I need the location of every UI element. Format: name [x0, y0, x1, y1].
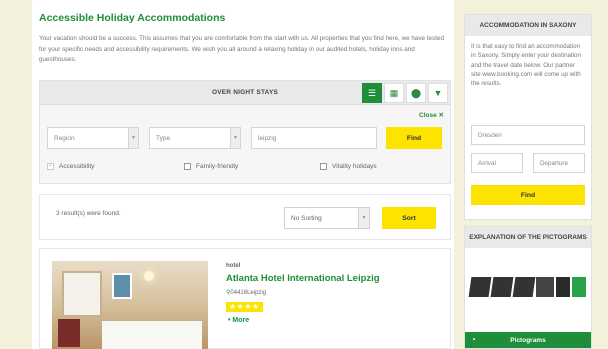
chevron-down-icon: ▾: [358, 208, 369, 228]
hotel-location-text: 04416Leipzig: [230, 290, 267, 296]
checkbox-box: [184, 163, 191, 170]
list-view-button[interactable]: ☰: [362, 83, 382, 103]
checkbox-label: Family-friendly: [196, 163, 239, 170]
checkbox-label: Vitality holidays: [332, 163, 377, 170]
search-bar-header: OVER NIGHT STAYS ☰ ▦ ⬤ ▼: [40, 81, 450, 105]
accessible-icon: [556, 277, 570, 297]
city-input[interactable]: leipzig: [251, 127, 377, 149]
search-panel: OVER NIGHT STAYS ☰ ▦ ⬤ ▼ Close ✕ Region …: [39, 80, 451, 184]
type-select-value: Type: [156, 135, 171, 142]
accessibility-checkbox[interactable]: Accessibility: [47, 161, 95, 170]
star-rating: ★★★★: [226, 302, 263, 312]
departure-input[interactable]: Departure: [533, 153, 585, 173]
arrival-input[interactable]: Arrival: [471, 153, 523, 173]
close-label: Close: [419, 112, 437, 119]
region-select-value: Region: [54, 135, 75, 142]
pictograms-button[interactable]: • Pictograms: [465, 332, 591, 348]
sort-button[interactable]: Sort: [382, 207, 436, 229]
close-filter-link[interactable]: Close ✕: [419, 111, 444, 119]
hotel-name-link[interactable]: Atlanta Hotel International Leipzig: [226, 273, 380, 284]
photo-window: [62, 271, 102, 317]
family-friendly-checkbox[interactable]: Family-friendly: [184, 163, 238, 170]
wheelchair-icon: [468, 277, 492, 297]
photo-chair: [58, 319, 80, 347]
page-title: Accessible Holiday Accommodations: [39, 12, 226, 24]
photo-artwork: [112, 273, 132, 299]
map-pin-icon: ⬤: [410, 87, 422, 98]
grid-view-button[interactable]: ▦: [384, 83, 404, 103]
results-count: 3 result(s) were found.: [56, 210, 121, 217]
hotel-location: ⚲04416Leipzig: [226, 289, 266, 296]
pictograms-strip: [468, 277, 586, 299]
filter-icon: ▼: [433, 88, 443, 98]
deaf-icon: [512, 277, 536, 297]
intro-text: Your vacation should be a success. This …: [39, 35, 444, 63]
accommodation-widget: ACCOMMODATION IN SAXONY It is that easy …: [464, 14, 592, 220]
results-toolbar: 3 result(s) were found. No Sorting ▾ Sor…: [39, 194, 451, 240]
more-link[interactable]: • More: [228, 317, 249, 324]
hotel-type: hotel: [226, 263, 241, 269]
main-content: Accessible Holiday Accommodations Your v…: [32, 0, 454, 349]
find-button[interactable]: Find: [386, 127, 442, 149]
filter-button[interactable]: ▼: [428, 83, 448, 103]
blind-icon: [536, 277, 554, 297]
vitality-holidays-checkbox[interactable]: Vitality holidays: [320, 163, 377, 170]
list-item: hotel Atlanta Hotel International Leipzi…: [39, 248, 451, 349]
accommodation-widget-text: It is that easy to find an accommodation…: [471, 43, 581, 88]
checkbox-box: [320, 163, 327, 170]
photo-lamp: [144, 271, 154, 281]
chevron-down-icon: ▾: [128, 128, 138, 148]
grid-icon: ▦: [389, 87, 399, 98]
list-icon: ☰: [367, 87, 377, 98]
checkbox-label: Accessibility: [59, 163, 95, 170]
chevron-down-icon: ▾: [230, 128, 240, 148]
pictograms-widget: EXPLANATION OF THE PICTOGRAMS • Pictogra…: [464, 226, 592, 349]
certified-icon: [572, 277, 586, 297]
hotel-photo[interactable]: [52, 261, 208, 349]
checkbox-box: [47, 161, 54, 170]
map-view-button[interactable]: ⬤: [406, 83, 426, 103]
close-icon: ✕: [438, 112, 444, 119]
walking-icon: [490, 277, 514, 297]
photo-bed: [102, 321, 202, 349]
type-select[interactable]: Type ▾: [149, 127, 241, 149]
destination-input[interactable]: Dresden: [471, 125, 585, 145]
booking-find-button[interactable]: Find: [471, 185, 585, 205]
bullet-icon: •: [473, 337, 476, 343]
sort-select[interactable]: No Sorting ▾: [284, 207, 370, 229]
pictograms-button-label: Pictograms: [510, 336, 546, 344]
pictograms-widget-title: EXPLANATION OF THE PICTOGRAMS: [465, 227, 591, 248]
sort-select-value: No Sorting: [291, 215, 322, 222]
region-select[interactable]: Region ▾: [47, 127, 139, 149]
accommodation-widget-title: ACCOMMODATION IN SAXONY: [465, 15, 591, 36]
